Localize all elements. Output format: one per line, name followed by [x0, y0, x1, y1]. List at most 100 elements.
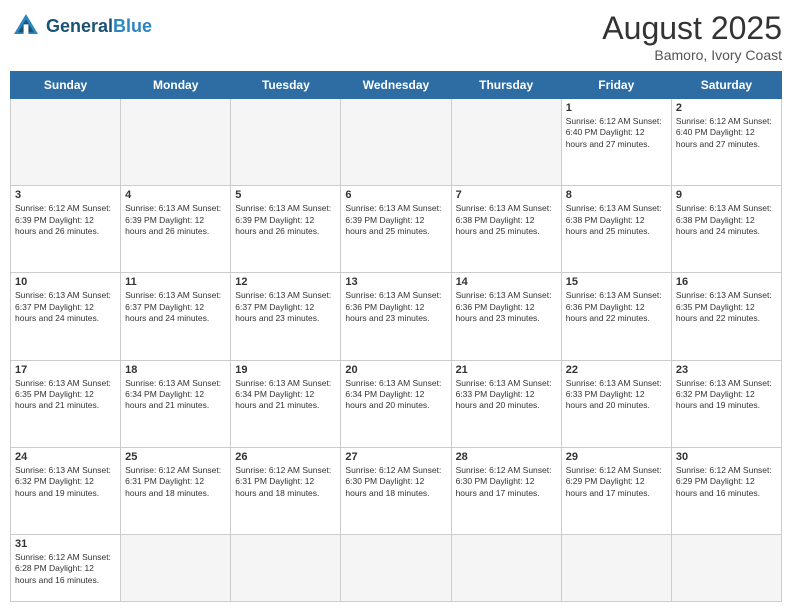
col-wednesday: Wednesday: [341, 72, 451, 99]
day-number: 19: [235, 364, 336, 376]
day-info: Sunrise: 6:12 AM Sunset: 6:39 PM Dayligh…: [15, 203, 116, 237]
table-row: [121, 99, 231, 186]
day-number: 24: [15, 451, 116, 463]
table-row: 10 Sunrise: 6:13 AM Sunset: 6:37 PM Dayli…: [11, 273, 121, 360]
day-number: 13: [345, 276, 446, 288]
day-number: 10: [15, 276, 116, 288]
header: GeneralBlue August 2025 Bamoro, Ivory Co…: [10, 10, 782, 63]
table-row: 18Sunrise: 6:13 AM Sunset: 6:34 PM Dayli…: [121, 360, 231, 447]
day-number: 22: [566, 364, 667, 376]
table-row: 5Sunrise: 6:13 AM Sunset: 6:39 PM Daylig…: [231, 186, 341, 273]
day-info: Sunrise: 6:13 AM Sunset: 6:36 PM Dayligh…: [456, 290, 557, 324]
day-number: 3: [15, 189, 116, 201]
table-row: 29Sunrise: 6:12 AM Sunset: 6:29 PM Dayli…: [561, 447, 671, 534]
day-info: Sunrise: 6:13 AM Sunset: 6:36 PM Dayligh…: [566, 290, 667, 324]
table-row: 12Sunrise: 6:13 AM Sunset: 6:37 PM Dayli…: [231, 273, 341, 360]
day-number: 31: [15, 538, 116, 550]
subtitle: Bamoro, Ivory Coast: [602, 47, 782, 63]
col-tuesday: Tuesday: [231, 72, 341, 99]
day-number: 26: [235, 451, 336, 463]
day-number: 14: [456, 276, 557, 288]
day-info: Sunrise: 6:12 AM Sunset: 6:30 PM Dayligh…: [456, 465, 557, 499]
table-row: 8Sunrise: 6:13 AM Sunset: 6:38 PM Daylig…: [561, 186, 671, 273]
day-info: Sunrise: 6:12 AM Sunset: 6:29 PM Dayligh…: [566, 465, 667, 499]
table-row: [341, 534, 451, 601]
day-number: 4: [125, 189, 226, 201]
table-row: 11 Sunrise: 6:13 AM Sunset: 6:37 PM Dayli…: [121, 273, 231, 360]
table-row: [341, 99, 451, 186]
table-row: 3 Sunrise: 6:12 AM Sunset: 6:39 PM Daylig…: [11, 186, 121, 273]
day-info: Sunrise: 6:13 AM Sunset: 6:39 PM Dayligh…: [345, 203, 446, 237]
col-thursday: Thursday: [451, 72, 561, 99]
day-number: 28: [456, 451, 557, 463]
day-number: 7: [456, 189, 557, 201]
day-number: 1: [566, 102, 667, 114]
table-row: 31 Sunrise: 6:12 AM Sunset: 6:28 PM Dayli…: [11, 534, 121, 601]
day-number: 15: [566, 276, 667, 288]
table-row: 21 Sunrise: 6:13 AM Sunset: 6:33 PM Dayli…: [451, 360, 561, 447]
day-number: 2: [676, 102, 777, 114]
table-row: 15 Sunrise: 6:13 AM Sunset: 6:36 PM Dayli…: [561, 273, 671, 360]
logo-icon: [10, 10, 42, 42]
day-number: 20: [345, 364, 446, 376]
table-row: 14 Sunrise: 6:13 AM Sunset: 6:36 PM Dayli…: [451, 273, 561, 360]
table-row: 13 Sunrise: 6:13 AM Sunset: 6:36 PM Dayli…: [341, 273, 451, 360]
day-info: Sunrise: 6:13 AM Sunset: 6:34 PM Dayligh…: [345, 378, 446, 412]
day-info: Sunrise: 6:13 AM Sunset: 6:38 PM Dayligh…: [456, 203, 557, 237]
table-row: [451, 99, 561, 186]
table-row: [561, 534, 671, 601]
day-number: 18: [125, 364, 226, 376]
day-info: Sunrise: 6:12 AM Sunset: 6:29 PM Dayligh…: [676, 465, 777, 499]
table-row: 27 Sunrise: 6:12 AM Sunset: 6:30 PM Dayli…: [341, 447, 451, 534]
table-row: [231, 99, 341, 186]
day-info: Sunrise: 6:12 AM Sunset: 6:28 PM Dayligh…: [15, 552, 116, 586]
day-info: Sunrise: 6:13 AM Sunset: 6:35 PM Dayligh…: [15, 378, 116, 412]
day-number: 6: [345, 189, 446, 201]
day-info: Sunrise: 6:12 AM Sunset: 6:30 PM Dayligh…: [345, 465, 446, 499]
logo: GeneralBlue: [10, 10, 152, 42]
day-info: Sunrise: 6:13 AM Sunset: 6:38 PM Dayligh…: [566, 203, 667, 237]
day-number: 12: [235, 276, 336, 288]
table-row: 26 Sunrise: 6:12 AM Sunset: 6:31 PM Dayli…: [231, 447, 341, 534]
day-number: 27: [345, 451, 446, 463]
table-row: 30 Sunrise: 6:12 AM Sunset: 6:29 PM Dayli…: [671, 447, 781, 534]
table-row: 2Sunrise: 6:12 AM Sunset: 6:40 PM Daylig…: [671, 99, 781, 186]
day-number: 25: [125, 451, 226, 463]
table-row: 23Sunrise: 6:13 AM Sunset: 6:32 PM Dayli…: [671, 360, 781, 447]
table-row: 4 Sunrise: 6:13 AM Sunset: 6:39 PM Daylig…: [121, 186, 231, 273]
table-row: [451, 534, 561, 601]
col-sunday: Sunday: [11, 72, 121, 99]
day-info: Sunrise: 6:13 AM Sunset: 6:37 PM Dayligh…: [15, 290, 116, 324]
day-info: Sunrise: 6:12 AM Sunset: 6:40 PM Dayligh…: [566, 116, 667, 150]
day-info: Sunrise: 6:13 AM Sunset: 6:33 PM Dayligh…: [456, 378, 557, 412]
day-info: Sunrise: 6:12 AM Sunset: 6:31 PM Dayligh…: [235, 465, 336, 499]
day-info: Sunrise: 6:13 AM Sunset: 6:39 PM Dayligh…: [125, 203, 226, 237]
col-monday: Monday: [121, 72, 231, 99]
day-number: 21: [456, 364, 557, 376]
day-number: 11: [125, 276, 226, 288]
title-area: August 2025 Bamoro, Ivory Coast: [602, 10, 782, 63]
day-info: Sunrise: 6:13 AM Sunset: 6:36 PM Dayligh…: [345, 290, 446, 324]
logo-text: GeneralBlue: [46, 16, 152, 37]
table-row: 7 Sunrise: 6:13 AM Sunset: 6:38 PM Daylig…: [451, 186, 561, 273]
day-info: Sunrise: 6:13 AM Sunset: 6:37 PM Dayligh…: [125, 290, 226, 324]
day-number: 23: [676, 364, 777, 376]
day-number: 5: [235, 189, 336, 201]
table-row: 20 Sunrise: 6:13 AM Sunset: 6:34 PM Dayli…: [341, 360, 451, 447]
table-row: 24Sunrise: 6:13 AM Sunset: 6:32 PM Dayli…: [11, 447, 121, 534]
table-row: [11, 99, 121, 186]
table-row: [121, 534, 231, 601]
page: GeneralBlue August 2025 Bamoro, Ivory Co…: [0, 0, 792, 612]
calendar-table: Sunday Monday Tuesday Wednesday Thursday…: [10, 71, 782, 602]
col-saturday: Saturday: [671, 72, 781, 99]
table-row: 17Sunrise: 6:13 AM Sunset: 6:35 PM Dayli…: [11, 360, 121, 447]
table-row: 9Sunrise: 6:13 AM Sunset: 6:38 PM Daylig…: [671, 186, 781, 273]
calendar-header-row: Sunday Monday Tuesday Wednesday Thursday…: [11, 72, 782, 99]
table-row: 1 Sunrise: 6:12 AM Sunset: 6:40 PM Daylig…: [561, 99, 671, 186]
table-row: 22 Sunrise: 6:13 AM Sunset: 6:33 PM Dayli…: [561, 360, 671, 447]
day-info: Sunrise: 6:13 AM Sunset: 6:33 PM Dayligh…: [566, 378, 667, 412]
day-number: 30: [676, 451, 777, 463]
day-info: Sunrise: 6:13 AM Sunset: 6:34 PM Dayligh…: [235, 378, 336, 412]
table-row: 6 Sunrise: 6:13 AM Sunset: 6:39 PM Daylig…: [341, 186, 451, 273]
table-row: 16Sunrise: 6:13 AM Sunset: 6:35 PM Dayli…: [671, 273, 781, 360]
